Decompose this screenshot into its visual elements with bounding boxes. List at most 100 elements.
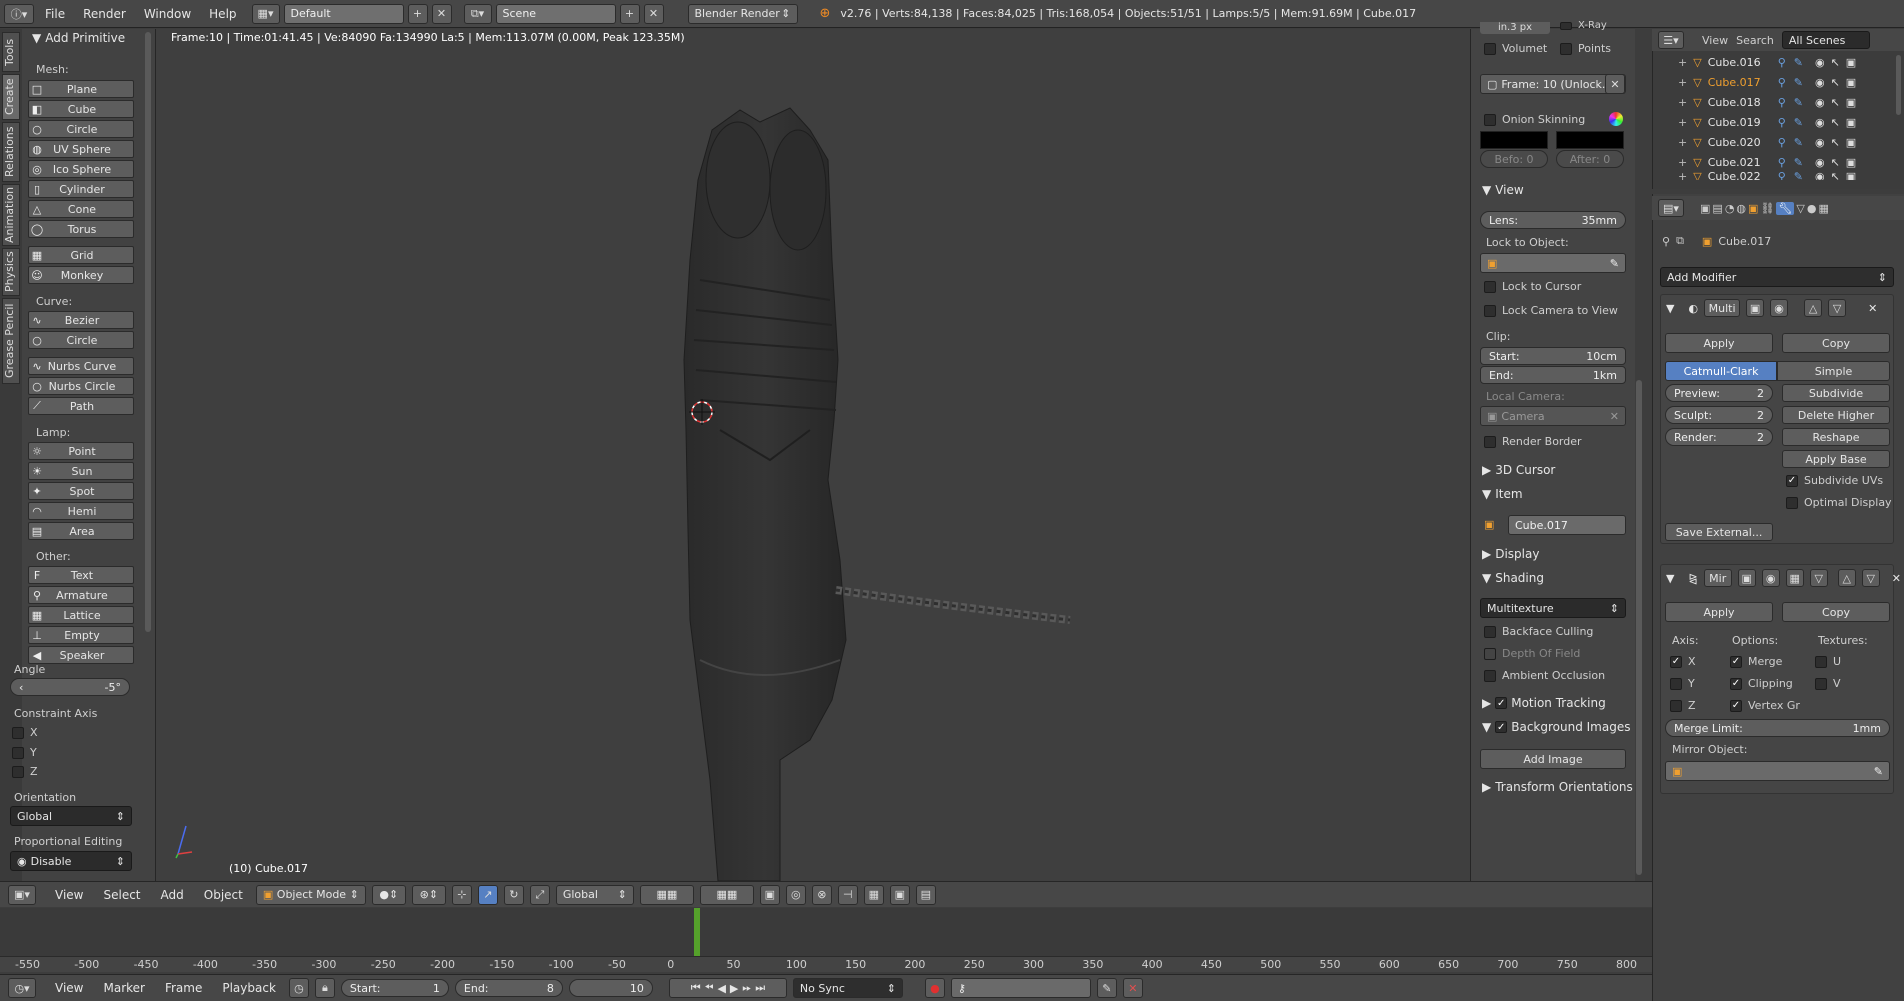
keying-set-field[interactable]: ⚷ — [950, 978, 1091, 998]
tab-animation[interactable]: Animation — [2, 184, 20, 246]
add-cube-button[interactable]: ◧ Cube — [28, 100, 134, 118]
motion-tracking-header[interactable]: ▶ ✓ Motion Tracking — [1482, 696, 1606, 710]
pivot-select[interactable]: ⊛⇕ — [411, 884, 446, 905]
prev-key-icon[interactable]: ⏪︎ — [705, 981, 714, 995]
move-up-icon[interactable]: △ — [1804, 299, 1823, 317]
onion-skin-option[interactable]: Onion Skinning — [1484, 113, 1585, 126]
checkbox[interactable] — [1484, 304, 1496, 317]
snap-icon[interactable]: ⊗ — [811, 884, 832, 905]
add-grid-button[interactable]: ▦ Grid — [28, 246, 134, 264]
checkbox[interactable] — [12, 726, 24, 739]
render-toggle-icon[interactable]: ▣ — [1737, 569, 1756, 587]
opengl-anim-icon[interactable]: ▤ — [915, 884, 936, 905]
add-empty-button[interactable]: ⊥ Empty — [28, 626, 134, 644]
axis-x-option[interactable]: X — [12, 726, 38, 739]
select-icon[interactable]: ↖ — [1831, 156, 1840, 169]
render-icon[interactable]: ▣ — [1846, 56, 1856, 69]
add-path-button[interactable]: ⟋ Path — [28, 397, 134, 415]
rotate-icon[interactable]: ↻ — [503, 884, 524, 905]
move-down-icon[interactable]: ▽ — [1828, 299, 1847, 317]
checkbox[interactable] — [1484, 669, 1496, 682]
timeline-view-menu[interactable]: View — [48, 981, 90, 995]
shading-select[interactable]: ●⇕ — [371, 884, 406, 905]
armor-model[interactable] — [660, 100, 1100, 881]
sculpt-levels-field[interactable]: Sculpt: 2 — [1665, 406, 1773, 424]
optimal-display-option[interactable]: Optimal Display — [1786, 496, 1892, 509]
checkbox[interactable] — [1484, 280, 1496, 293]
add-ico-sphere-button[interactable]: ◎ Ico Sphere — [28, 160, 134, 178]
outliner-item[interactable]: + ▽ Cube.016 ⚲ ✎ ◉ ↖ ▣ — [1660, 52, 1904, 72]
checkbox[interactable] — [1670, 699, 1682, 712]
volumetric-option[interactable]: Volumet — [1484, 42, 1547, 55]
material-tab-icon[interactable]: ● — [1807, 202, 1817, 215]
current-frame-marker[interactable] — [694, 908, 700, 958]
add-primitive-header[interactable]: ▼ Add Primitive — [32, 31, 125, 45]
n-panel-partial-field[interactable]: in.3 px — [1480, 22, 1550, 34]
add-nurbs-circle-button[interactable]: ○ Nurbs Circle — [28, 377, 134, 395]
collapse-icon[interactable]: ▼ — [1666, 572, 1674, 585]
texture-v-option[interactable]: V — [1815, 677, 1841, 690]
visibility-icon[interactable]: ◉ — [1815, 136, 1825, 149]
outliner-view-menu[interactable]: View — [1702, 34, 1728, 47]
snap-element-icon[interactable]: ⊣ — [837, 884, 858, 905]
add-plane-button[interactable]: □ Plane — [28, 80, 134, 98]
visibility-icon[interactable]: ◉ — [1815, 156, 1825, 169]
select-icon[interactable]: ↖ — [1831, 56, 1840, 69]
viewport-toggle-icon[interactable]: ◉ — [1770, 299, 1789, 317]
add-bezier-button[interactable]: ∿ Bezier — [28, 311, 134, 329]
item-name-field[interactable]: Cube.017 — [1508, 515, 1626, 535]
expand-icon[interactable]: + — [1678, 76, 1687, 89]
add-area-lamp-button[interactable]: ▤ Area — [28, 522, 134, 540]
proportional-icon[interactable]: ◎ — [785, 884, 806, 905]
checkbox[interactable] — [1484, 42, 1496, 55]
texture-u-option[interactable]: U — [1815, 655, 1841, 668]
menu-render[interactable]: Render — [76, 7, 133, 21]
start-frame-field[interactable]: Start: 1 — [340, 979, 449, 997]
render-border-option[interactable]: Render Border — [1484, 435, 1582, 448]
local-camera-field[interactable]: ▣ Camera ✕ — [1480, 406, 1626, 426]
render-engine-select[interactable]: Blender Render ⇕ — [687, 3, 798, 24]
eyedropper-icon[interactable]: ✎ — [1874, 765, 1883, 778]
vertex-groups-option[interactable]: ✓ Vertex Gr — [1730, 699, 1800, 712]
play-icon[interactable]: ▶ — [730, 982, 738, 995]
render-icon[interactable]: ▣ — [1846, 76, 1856, 89]
preview-levels-field[interactable]: Preview: 2 — [1665, 384, 1773, 402]
proportional-select[interactable]: ◉ Disable ⇕ — [10, 851, 132, 871]
tab-physics[interactable]: Physics — [2, 248, 20, 296]
add-text-button[interactable]: F Text — [28, 566, 134, 584]
scale-icon[interactable]: ⤢ — [529, 884, 550, 905]
checkbox[interactable] — [1484, 435, 1496, 448]
checkbox[interactable]: ✓ — [1730, 677, 1742, 690]
outliner-search-menu[interactable]: Search — [1736, 34, 1774, 47]
lock-object-field[interactable]: ▣ ✎ — [1480, 253, 1626, 273]
remove-modifier-icon[interactable]: ✕ — [1892, 572, 1901, 585]
add-menu[interactable]: Add — [154, 888, 191, 902]
snap-target-icon[interactable]: ▦ — [863, 884, 884, 905]
lock-range-icon[interactable]: 🔒︎ — [314, 978, 335, 998]
sync-select[interactable]: No Sync ⇕ — [792, 978, 903, 998]
outliner-scrollbar[interactable] — [1896, 55, 1901, 115]
add-layout-icon[interactable]: + — [407, 3, 428, 24]
onion-color-icon[interactable] — [1609, 112, 1623, 126]
add-lattice-button[interactable]: ▦ Lattice — [28, 606, 134, 624]
outliner-item[interactable]: + ▽ Cube.021 ⚲ ✎ ◉ ↖ ▣ — [1660, 152, 1904, 172]
dof-option[interactable]: Depth Of Field — [1484, 647, 1580, 660]
play-reverse-icon[interactable]: ◀ — [717, 982, 725, 995]
eyedropper-icon[interactable]: ✎ — [1610, 257, 1619, 270]
lock-layers-icon[interactable]: ▣ — [759, 884, 780, 905]
mirror-axis-z[interactable]: Z — [1670, 699, 1696, 712]
multires-name-field[interactable]: Multi — [1704, 299, 1741, 317]
render-tab-icon[interactable]: ▣ — [1700, 202, 1710, 215]
checkbox[interactable]: ✓ — [1730, 699, 1742, 712]
delete-higher-button[interactable]: Delete Higher — [1782, 406, 1890, 424]
multires-apply-button[interactable]: Apply — [1665, 333, 1773, 353]
expand-icon[interactable]: + — [1678, 172, 1687, 180]
pin-icon[interactable]: ⚲ — [1662, 235, 1670, 248]
outliner-editor-icon[interactable]: ☰▾ — [1658, 31, 1684, 49]
expand-icon[interactable]: + — [1678, 156, 1687, 169]
render-toggle-icon[interactable]: ▣ — [1746, 299, 1765, 317]
multires-copy-button[interactable]: Copy — [1782, 333, 1890, 353]
next-key-icon[interactable]: ⏩︎ — [742, 981, 751, 995]
remove-modifier-icon[interactable]: ✕ — [1868, 302, 1877, 315]
tool-shelf-scrollbar[interactable] — [145, 32, 151, 632]
